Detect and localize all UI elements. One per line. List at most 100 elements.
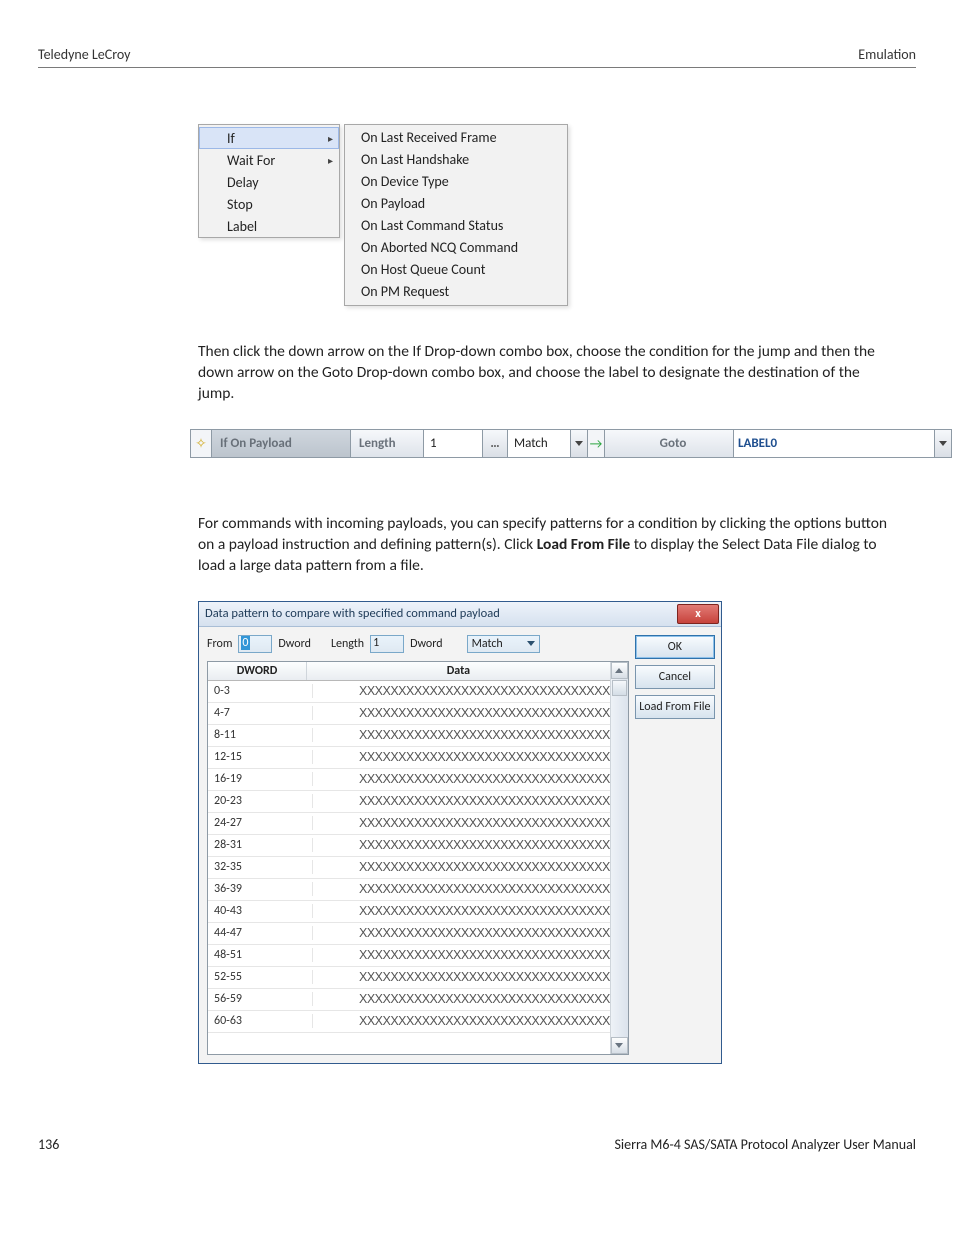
menu-item-label: Stop bbox=[227, 196, 253, 213]
data-cell[interactable]: XXXXXXXXXXXXXXXXXXXXXXXXXXXXXXXX bbox=[313, 794, 610, 808]
menu-right-item[interactable]: On Host Queue Count bbox=[345, 259, 567, 281]
data-cell[interactable]: XXXXXXXXXXXXXXXXXXXXXXXXXXXXXXXX bbox=[313, 772, 610, 786]
data-cell[interactable]: XXXXXXXXXXXXXXXXXXXXXXXXXXXXXXXX bbox=[313, 728, 610, 742]
dword-range-cell: 8-11 bbox=[208, 728, 313, 742]
table-row[interactable]: 36-39XXXXXXXXXXXXXXXXXXXXXXXXXXXXXXXX bbox=[208, 879, 610, 901]
dword-range-cell: 24-27 bbox=[208, 816, 313, 830]
match-label: Match bbox=[508, 430, 571, 457]
data-cell[interactable]: XXXXXXXXXXXXXXXXXXXXXXXXXXXXXXXX bbox=[313, 706, 610, 720]
dialog-title: Data pattern to compare with specified c… bbox=[205, 606, 500, 621]
data-cell[interactable]: XXXXXXXXXXXXXXXXXXXXXXXXXXXXXXXX bbox=[313, 684, 610, 698]
table-row[interactable]: 32-35XXXXXXXXXXXXXXXXXXXXXXXXXXXXXXXX bbox=[208, 857, 610, 879]
data-cell[interactable]: XXXXXXXXXXXXXXXXXXXXXXXXXXXXXXXX bbox=[313, 904, 610, 918]
data-cell[interactable]: XXXXXXXXXXXXXXXXXXXXXXXXXXXXXXXX bbox=[313, 1014, 610, 1028]
table-row[interactable]: 52-55XXXXXXXXXXXXXXXXXXXXXXXXXXXXXXXX bbox=[208, 967, 610, 989]
table-row[interactable]: 4-7XXXXXXXXXXXXXXXXXXXXXXXXXXXXXXXX bbox=[208, 703, 610, 725]
menu-left-item[interactable]: Stop bbox=[199, 193, 339, 215]
header-right: Emulation bbox=[858, 46, 916, 63]
data-cell[interactable]: XXXXXXXXXXXXXXXXXXXXXXXXXXXXXXXX bbox=[313, 750, 610, 764]
menu-left-panel: If▸ Wait For ▸ Delay Stop Label bbox=[198, 124, 340, 238]
dword-range-cell: 40-43 bbox=[208, 904, 313, 918]
scroll-down-button[interactable] bbox=[611, 1037, 628, 1054]
data-cell[interactable]: XXXXXXXXXXXXXXXXXXXXXXXXXXXXXXXX bbox=[313, 992, 610, 1006]
dword-label-2: Dword bbox=[410, 637, 443, 651]
page-number: 136 bbox=[38, 1136, 59, 1153]
table-row[interactable]: 56-59XXXXXXXXXXXXXXXXXXXXXXXXXXXXXXXX bbox=[208, 989, 610, 1011]
dword-range-cell: 48-51 bbox=[208, 948, 313, 962]
table-row[interactable]: 16-19XXXXXXXXXXXXXXXXXXXXXXXXXXXXXXXX bbox=[208, 769, 610, 791]
data-cell[interactable]: XXXXXXXXXXXXXXXXXXXXXXXXXXXXXXXX bbox=[313, 838, 610, 852]
goto-target-input[interactable]: LABEL0 bbox=[734, 430, 935, 457]
close-button[interactable]: x bbox=[677, 604, 719, 624]
from-label: From bbox=[207, 637, 232, 651]
options-button[interactable]: … bbox=[483, 430, 508, 457]
dword-range-cell: 0-3 bbox=[208, 684, 313, 698]
menu-right-panel: On Last Received FrameOn Last HandshakeO… bbox=[344, 124, 568, 306]
scroll-up-button[interactable] bbox=[611, 662, 628, 679]
col-data-header: Data bbox=[307, 662, 610, 680]
submenu-arrow-icon: ▸ bbox=[328, 154, 333, 167]
table-row[interactable]: 44-47XXXXXXXXXXXXXXXXXXXXXXXXXXXXXXXX bbox=[208, 923, 610, 945]
match-dropdown[interactable] bbox=[571, 430, 588, 457]
table-row[interactable]: 0-3XXXXXXXXXXXXXXXXXXXXXXXXXXXXXXXX bbox=[208, 681, 610, 703]
dword-range-cell: 4-7 bbox=[208, 706, 313, 720]
dword-range-cell: 44-47 bbox=[208, 926, 313, 940]
load-from-file-button[interactable]: Load From File bbox=[635, 695, 715, 719]
menu-left-item[interactable]: If▸ bbox=[199, 127, 339, 149]
paragraph-1: Then click the down arrow on the If Drop… bbox=[198, 342, 896, 405]
menu-left-item[interactable]: Wait For ▸ bbox=[199, 149, 339, 171]
dword-range-cell: 16-19 bbox=[208, 772, 313, 786]
menu-right-item[interactable]: On PM Request bbox=[345, 281, 567, 303]
header-left: Teledyne LeCroy bbox=[38, 46, 131, 63]
data-cell[interactable]: XXXXXXXXXXXXXXXXXXXXXXXXXXXXXXXX bbox=[313, 882, 610, 896]
length-input[interactable]: 1 bbox=[424, 430, 483, 457]
menu-right-item[interactable]: On Last Received Frame bbox=[345, 127, 567, 149]
table-row[interactable]: 20-23XXXXXXXXXXXXXXXXXXXXXXXXXXXXXXXX bbox=[208, 791, 610, 813]
pattern-table: DWORD Data 0-3XXXXXXXXXXXXXXXXXXXXXXXXXX… bbox=[207, 661, 629, 1055]
goto-label: Goto bbox=[605, 430, 734, 457]
dword-label-1: Dword bbox=[278, 637, 311, 651]
data-cell[interactable]: XXXXXXXXXXXXXXXXXXXXXXXXXXXXXXXX bbox=[313, 948, 610, 962]
menu-right-item[interactable]: On Device Type bbox=[345, 171, 567, 193]
table-scrollbar[interactable] bbox=[610, 662, 628, 1054]
goto-arrow-icon: → bbox=[588, 430, 605, 457]
menu-right-item[interactable]: On Aborted NCQ Command bbox=[345, 237, 567, 259]
dword-range-cell: 20-23 bbox=[208, 794, 313, 808]
cancel-button[interactable]: Cancel bbox=[635, 665, 715, 689]
menu-item-label: Wait For bbox=[227, 152, 275, 169]
from-input[interactable]: 0 bbox=[238, 635, 272, 653]
diamond-arrow-icon: ✧ bbox=[191, 430, 212, 457]
data-cell[interactable]: XXXXXXXXXXXXXXXXXXXXXXXXXXXXXXXX bbox=[313, 860, 610, 874]
dword-range-cell: 12-15 bbox=[208, 750, 313, 764]
table-row[interactable]: 24-27XXXXXXXXXXXXXXXXXXXXXXXXXXXXXXXX bbox=[208, 813, 610, 835]
menu-right-item[interactable]: On Payload bbox=[345, 193, 567, 215]
dword-range-cell: 52-55 bbox=[208, 970, 313, 984]
paragraph-2: For commands with incoming payloads, you… bbox=[198, 514, 896, 577]
menu-left-item[interactable]: Label bbox=[199, 215, 339, 237]
if-on-payload-bar: ✧ If On Payload Length 1 … Match → Goto … bbox=[190, 429, 952, 458]
menu-right-item[interactable]: On Last Handshake bbox=[345, 149, 567, 171]
ok-button[interactable]: OK bbox=[635, 635, 715, 659]
match-combo[interactable]: Match bbox=[467, 635, 540, 653]
data-cell[interactable]: XXXXXXXXXXXXXXXXXXXXXXXXXXXXXXXX bbox=[313, 970, 610, 984]
table-row[interactable]: 12-15XXXXXXXXXXXXXXXXXXXXXXXXXXXXXXXX bbox=[208, 747, 610, 769]
menu-item-label: Delay bbox=[227, 174, 259, 191]
table-row[interactable]: 48-51XXXXXXXXXXXXXXXXXXXXXXXXXXXXXXXX bbox=[208, 945, 610, 967]
data-cell[interactable]: XXXXXXXXXXXXXXXXXXXXXXXXXXXXXXXX bbox=[313, 926, 610, 940]
menu-right-item[interactable]: On Last Command Status bbox=[345, 215, 567, 237]
scroll-thumb[interactable] bbox=[612, 680, 627, 696]
table-row[interactable]: 28-31XXXXXXXXXXXXXXXXXXXXXXXXXXXXXXXX bbox=[208, 835, 610, 857]
data-cell[interactable]: XXXXXXXXXXXXXXXXXXXXXXXXXXXXXXXX bbox=[313, 816, 610, 830]
dword-range-cell: 32-35 bbox=[208, 860, 313, 874]
table-row[interactable]: 8-11XXXXXXXXXXXXXXXXXXXXXXXXXXXXXXXX bbox=[208, 725, 610, 747]
table-row[interactable]: 40-43XXXXXXXXXXXXXXXXXXXXXXXXXXXXXXXX bbox=[208, 901, 610, 923]
length-input-dlg[interactable]: 1 bbox=[370, 635, 404, 653]
dword-range-cell: 36-39 bbox=[208, 882, 313, 896]
length-label: Length bbox=[351, 430, 424, 457]
goto-dropdown[interactable] bbox=[935, 430, 951, 457]
context-menu-screenshot: If▸ Wait For ▸ Delay Stop Label On Last Recei… bbox=[198, 124, 896, 306]
table-row[interactable]: 60-63XXXXXXXXXXXXXXXXXXXXXXXXXXXXXXXX bbox=[208, 1011, 610, 1033]
length-label-dlg: Length bbox=[331, 637, 364, 651]
menu-left-item[interactable]: Delay bbox=[199, 171, 339, 193]
menu-item-label: If bbox=[227, 130, 235, 147]
